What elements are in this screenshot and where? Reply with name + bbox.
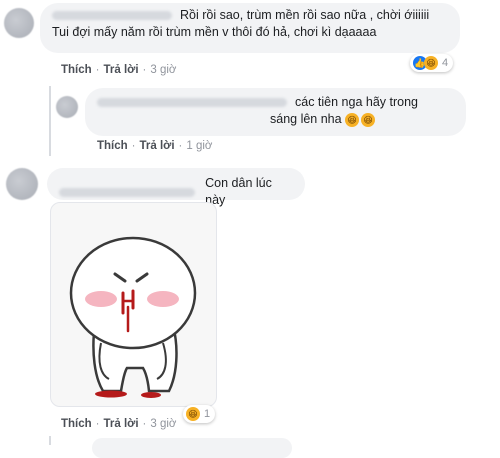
comment-actions: Thích · Trả lời · 3 giờ	[61, 64, 177, 76]
avatar[interactable]	[56, 96, 78, 118]
replier-name[interactable]	[97, 98, 287, 107]
haha-icon: 😆	[345, 112, 360, 127]
comment-bubble: Rồi rồi sao, trùm mền rồi sao nữa , chời…	[40, 3, 460, 53]
reply-bubble: các tiên nga hãy trong sáng lên nha 😆 😆	[85, 88, 466, 136]
comment-actions: Thích · Trả lời · 3 giờ	[61, 418, 177, 430]
crying-blob-sticker	[69, 236, 197, 398]
avatar[interactable]	[6, 168, 38, 200]
commenter-name[interactable]	[52, 11, 172, 20]
like-button[interactable]: Thích	[61, 64, 92, 76]
thread-line	[49, 86, 51, 156]
reply-text-line2: sáng lên nha	[270, 112, 342, 126]
reply-actions: Thích · Trả lời · 1 giờ	[97, 140, 213, 152]
reply-bubble-partial	[92, 438, 292, 458]
haha-icon: 😆	[424, 56, 438, 70]
like-button[interactable]: Thích	[61, 418, 92, 430]
comment-text: Con dân lúc này	[205, 176, 272, 207]
avatar[interactable]	[4, 8, 34, 38]
reply-button[interactable]: Trả lời	[104, 64, 139, 76]
reaction-count: 4	[442, 57, 449, 69]
thread-line	[49, 436, 51, 445]
haha-icon: 😆	[361, 112, 376, 127]
reply-text-line1: các tiên nga hãy trong	[295, 95, 418, 109]
comment-text-line2: Tui đợi mấy năm rồi trùm mền v thôi đó h…	[52, 25, 377, 39]
timestamp[interactable]: 3 giờ	[150, 418, 176, 430]
like-button[interactable]: Thích	[97, 140, 128, 152]
timestamp[interactable]: 1 giờ	[186, 140, 212, 152]
reaction-summary[interactable]: 😆 1	[183, 405, 216, 423]
sticker-image[interactable]	[50, 202, 217, 407]
reply-button[interactable]: Trả lời	[140, 140, 175, 152]
haha-icon: 😆	[186, 407, 200, 421]
reply-button[interactable]: Trả lời	[104, 418, 139, 430]
comment-text-line1: Rồi rồi sao, trùm mền rồi sao nữa , chời…	[180, 8, 430, 22]
commenter-name[interactable]	[59, 187, 196, 197]
reaction-count: 1	[204, 408, 211, 420]
timestamp[interactable]: 3 giờ	[150, 64, 176, 76]
comment-bubble: Con dân lúc này	[47, 168, 305, 207]
reaction-summary[interactable]: 👍 😆 4	[410, 54, 454, 72]
